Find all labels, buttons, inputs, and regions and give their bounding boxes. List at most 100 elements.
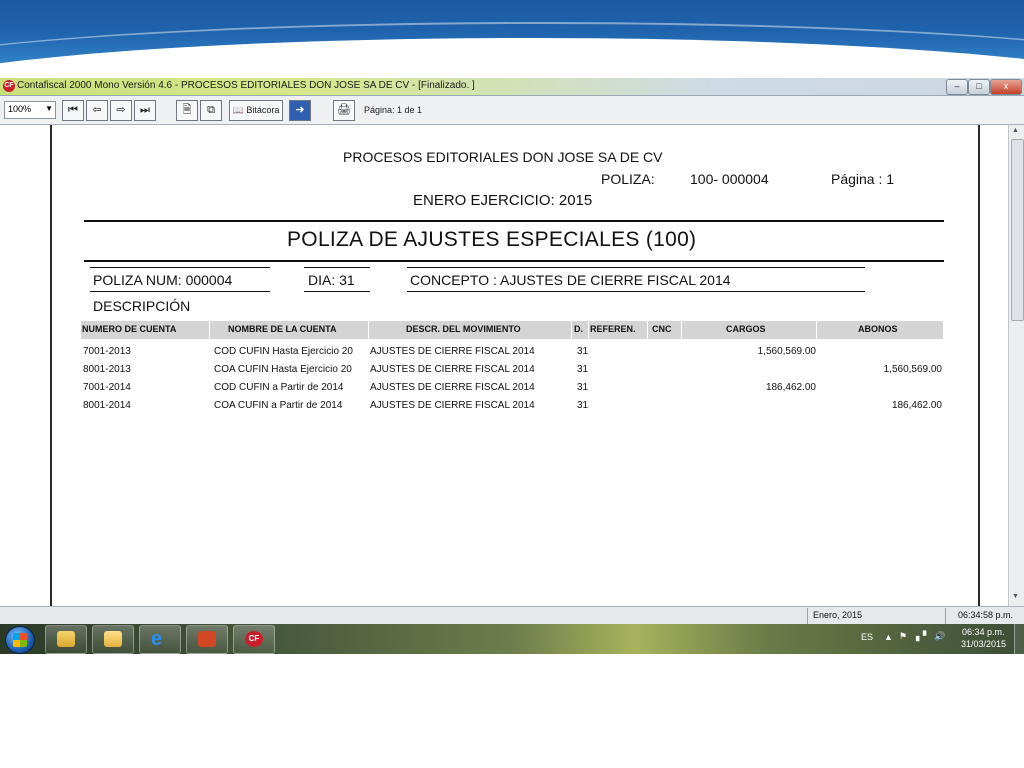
report-page: PROCESOS EDITORIALES DON JOSE SA DE CV P… <box>50 125 980 606</box>
row-dia: 31 <box>577 382 589 393</box>
page-indicator: 1 de 1 <box>397 105 423 115</box>
bitacora-button[interactable]: 📖 Bitácora <box>229 100 283 121</box>
taskbar-ie[interactable]: e <box>139 625 181 654</box>
last-page-icon: ⏭ <box>140 104 150 116</box>
show-hidden-icons-icon[interactable]: ▲ <box>884 632 893 642</box>
col-separator <box>816 321 817 339</box>
minimize-button[interactable]: – <box>946 79 968 95</box>
col-header-movimiento: DESCR. DEL MOVIMIENTO <box>406 324 521 334</box>
zoom-value: 100% <box>8 104 32 114</box>
taskbar-contafiscal[interactable]: CF <box>233 625 275 654</box>
page-label: Página: <box>364 105 395 115</box>
copy-icon: ⧉ <box>207 104 215 116</box>
col-separator <box>209 321 210 339</box>
report-title: POLIZA DE AJUSTES ESPECIALES (100) <box>287 228 697 251</box>
field-underline <box>304 291 370 292</box>
scroll-up-icon[interactable]: ▲ <box>1012 127 1019 134</box>
field-underline <box>90 291 270 292</box>
title-bar: CF Contafiscal 2000 Mono Versión 4.6 - P… <box>0 78 1024 96</box>
zoom-select[interactable]: 100% ▼ <box>4 101 56 119</box>
col-separator <box>647 321 648 339</box>
field-topline <box>90 267 270 268</box>
chevron-down-icon: ▼ <box>45 104 53 113</box>
toolbar: 100% ▼ ⏮ ⇦ ⇨ ⏭ 🗎 ⧉ 📖 Bitácora ➜ 🖨 Página… <box>0 96 1024 125</box>
poliza-value: 100- 000004 <box>690 171 769 187</box>
col-header-abonos: ABONOS <box>858 324 898 334</box>
scrollbar-thumb[interactable] <box>1011 139 1024 321</box>
maximize-button[interactable]: □ <box>968 79 990 95</box>
network-icon[interactable]: ▖▘ <box>916 631 930 642</box>
previous-page-button[interactable]: ⇦ <box>86 100 108 121</box>
vertical-scrollbar[interactable]: ▲ ▼ <box>1008 125 1024 606</box>
row-dia: 31 <box>577 346 589 357</box>
arrow-left-icon: ⇦ <box>92 104 102 116</box>
page-setup-button[interactable]: 🗎 <box>176 100 198 121</box>
first-page-icon: ⏮ <box>68 104 78 116</box>
status-period: Enero, 2015 <box>813 610 863 620</box>
language-indicator[interactable]: ES <box>861 632 873 642</box>
row-cuenta: 8001-2014 <box>83 400 131 411</box>
table-header: NUMERO DE CUENTA NOMBRE DE LA CUENTA DES… <box>81 321 943 339</box>
show-desktop-button[interactable] <box>1014 624 1024 654</box>
col-header-cnc: CNC <box>652 324 672 334</box>
col-separator <box>571 321 572 339</box>
taskbar-explorer[interactable] <box>45 625 87 654</box>
row-abonos: 186,462.00 <box>891 400 942 411</box>
taskbar-folder[interactable] <box>92 625 134 654</box>
row-dia: 31 <box>577 400 589 411</box>
col-header-dia: D. <box>574 324 583 334</box>
flag-icon[interactable]: ⚑ <box>899 631 907 642</box>
close-button[interactable]: x <box>990 79 1022 95</box>
poliza-num: POLIZA NUM: 000004 <box>93 272 233 288</box>
copy-button[interactable]: ⧉ <box>200 100 222 121</box>
powerpoint-icon <box>198 631 216 647</box>
row-cuenta: 8001-2013 <box>83 364 131 375</box>
start-button[interactable] <box>5 626 35 654</box>
row-cargos: 1,560,569.00 <box>757 346 816 357</box>
row-nombre: COA CUFIN Hasta Ejercicio 20 <box>214 364 352 375</box>
clock-time[interactable]: 06:34 p.m. <box>962 627 1005 637</box>
status-separator <box>945 608 946 624</box>
report-viewport: PROCESOS EDITORIALES DON JOSE SA DE CV P… <box>0 125 1008 606</box>
taskbar-powerpoint[interactable] <box>186 625 228 654</box>
col-header-cuenta: NUMERO DE CUENTA <box>82 324 177 334</box>
row-cuenta: 7001-2014 <box>83 382 131 393</box>
last-page-button[interactable]: ⏭ <box>134 100 156 121</box>
folder-icon <box>104 631 122 647</box>
volume-icon[interactable]: 🔊 <box>934 631 945 642</box>
printer-icon: 🖨 <box>337 104 351 116</box>
print-button[interactable]: 🖨 <box>333 100 355 121</box>
row-movimiento: AJUSTES DE CIERRE FISCAL 2014 <box>370 346 535 357</box>
clock-date[interactable]: 31/03/2015 <box>961 639 1006 649</box>
col-header-cargos: CARGOS <box>726 324 766 334</box>
divider <box>84 260 944 262</box>
col-header-nombre: NOMBRE DE LA CUENTA <box>228 324 337 334</box>
explorer-icon <box>57 631 75 647</box>
app-window: CF Contafiscal 2000 Mono Versión 4.6 - P… <box>0 78 1024 625</box>
first-page-button[interactable]: ⏮ <box>62 100 84 121</box>
page-number: Página : 1 <box>831 171 895 187</box>
arrow-right-icon: ⇨ <box>116 104 126 116</box>
book-icon: 📖 <box>232 105 244 115</box>
row-movimiento: AJUSTES DE CIERRE FISCAL 2014 <box>370 382 535 393</box>
field-underline <box>407 291 865 292</box>
field-topline <box>407 267 865 268</box>
concepto-field: CONCEPTO : AJUSTES DE CIERRE FISCAL 2014 <box>410 272 731 288</box>
divider <box>84 220 944 222</box>
bitacora-label: Bitácora <box>246 105 280 115</box>
exit-icon: ➜ <box>295 104 305 116</box>
col-separator <box>681 321 682 339</box>
row-cuenta: 7001-2013 <box>83 346 131 357</box>
window-title: Contafiscal 2000 Mono Versión 4.6 - PROC… <box>17 80 475 91</box>
company-name: PROCESOS EDITORIALES DON JOSE SA DE CV <box>343 149 663 165</box>
col-separator <box>368 321 369 339</box>
row-movimiento: AJUSTES DE CIERRE FISCAL 2014 <box>370 364 535 375</box>
scroll-down-icon[interactable]: ▼ <box>1012 593 1019 600</box>
row-movimiento: AJUSTES DE CIERRE FISCAL 2014 <box>370 400 535 411</box>
col-header-referencia: REFEREN. <box>590 324 636 334</box>
row-nombre: COA CUFIN a Partir de 2014 <box>214 400 343 411</box>
status-time: 06:34:58 p.m. <box>958 610 1014 620</box>
row-dia: 31 <box>577 364 589 375</box>
exit-button[interactable]: ➜ <box>289 100 311 121</box>
next-page-button[interactable]: ⇨ <box>110 100 132 121</box>
